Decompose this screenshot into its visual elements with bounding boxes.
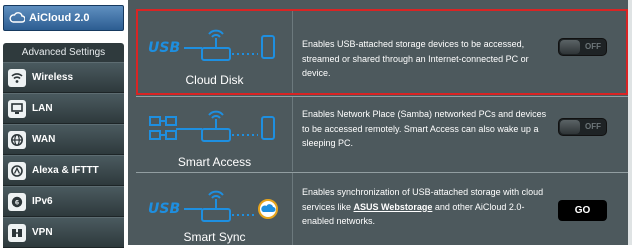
usb-badge: USB	[148, 201, 180, 217]
sidebar-item-vpn[interactable]: VPN	[3, 217, 124, 248]
usb-router-cloud-icon: USB	[148, 190, 278, 222]
feature-description-cloud-disk: Enables USB-attached storage devices to …	[302, 39, 529, 78]
alexa-icon	[8, 161, 26, 180]
ipv6-icon: 6	[8, 192, 26, 211]
toggle-state: OFF	[585, 122, 601, 131]
sidebar-item-label: VPN	[32, 227, 53, 238]
advanced-settings-header: Advanced Settings	[3, 43, 124, 62]
sidebar-item-alexa-ifttt[interactable]: Alexa & IFTTT	[3, 155, 124, 186]
globe-icon	[8, 130, 26, 149]
svg-text:6: 6	[15, 199, 19, 206]
smart-access-icon-cell: Smart Access	[136, 97, 293, 171]
toggle-state: OFF	[585, 42, 601, 51]
usb-router-phone-icon: USB	[148, 29, 275, 61]
smart-sync-go-button[interactable]: GO	[558, 200, 607, 221]
feature-label-smart-sync: Smart Sync	[183, 230, 246, 244]
wifi-icon	[8, 68, 26, 87]
vpn-icon	[8, 223, 26, 242]
sidebar-item-label: Alexa & IFTTT	[32, 165, 99, 176]
smart-access-toggle[interactable]: OFF	[558, 118, 607, 136]
feature-description-smart-sync: Enables synchronization of USB-attached …	[302, 185, 547, 229]
sidebar-item-label: Wireless	[32, 72, 74, 83]
aicloud-tab-label: AiCloud 2.0	[29, 12, 90, 24]
aicloud-main-panel: USB Cloud Disk Enables USB-attached stor…	[128, 0, 632, 245]
right-edge	[628, 0, 632, 245]
feature-description-smart-access: Enables Network Place (Samba) networked …	[302, 109, 547, 148]
sidebar-item-wan[interactable]: WAN	[3, 124, 124, 155]
network-router-phone-icon	[149, 110, 275, 142]
cloud-disk-toggle[interactable]: OFF	[558, 38, 607, 56]
sidebar-item-label: LAN	[32, 103, 53, 114]
feature-label-smart-access: Smart Access	[177, 155, 252, 169]
smart-sync-icon-cell: USB Smart Sync	[136, 173, 293, 245]
sidebar: AiCloud 2.0 Advanced Settings Wireless L…	[0, 0, 128, 248]
feature-row-smart-sync: USB Smart Sync Enables synchronization o…	[136, 173, 628, 245]
asus-webstorage-link[interactable]: ASUS Webstorage	[354, 202, 433, 212]
aicloud-tab[interactable]: AiCloud 2.0	[3, 5, 124, 31]
sidebar-item-label: IPv6	[32, 196, 53, 207]
cloud-icon	[9, 11, 26, 26]
cloud-disk-icon-cell: USB Cloud Disk	[136, 9, 293, 95]
feature-row-smart-access: Smart Access Enables Network Place (Samb…	[136, 97, 628, 171]
feature-label-cloud-disk: Cloud Disk	[185, 73, 244, 87]
sidebar-item-ipv6[interactable]: 6 IPv6	[3, 186, 124, 217]
sidebar-item-wireless[interactable]: Wireless	[3, 62, 124, 93]
sidebar-item-lan[interactable]: LAN	[3, 93, 124, 124]
toggle-knob	[560, 120, 580, 134]
usb-badge: USB	[148, 40, 180, 56]
sidebar-item-label: WAN	[32, 134, 56, 145]
feature-row-cloud-disk: USB Cloud Disk Enables USB-attached stor…	[136, 9, 628, 95]
toggle-knob	[560, 40, 580, 54]
monitor-icon	[8, 99, 26, 118]
